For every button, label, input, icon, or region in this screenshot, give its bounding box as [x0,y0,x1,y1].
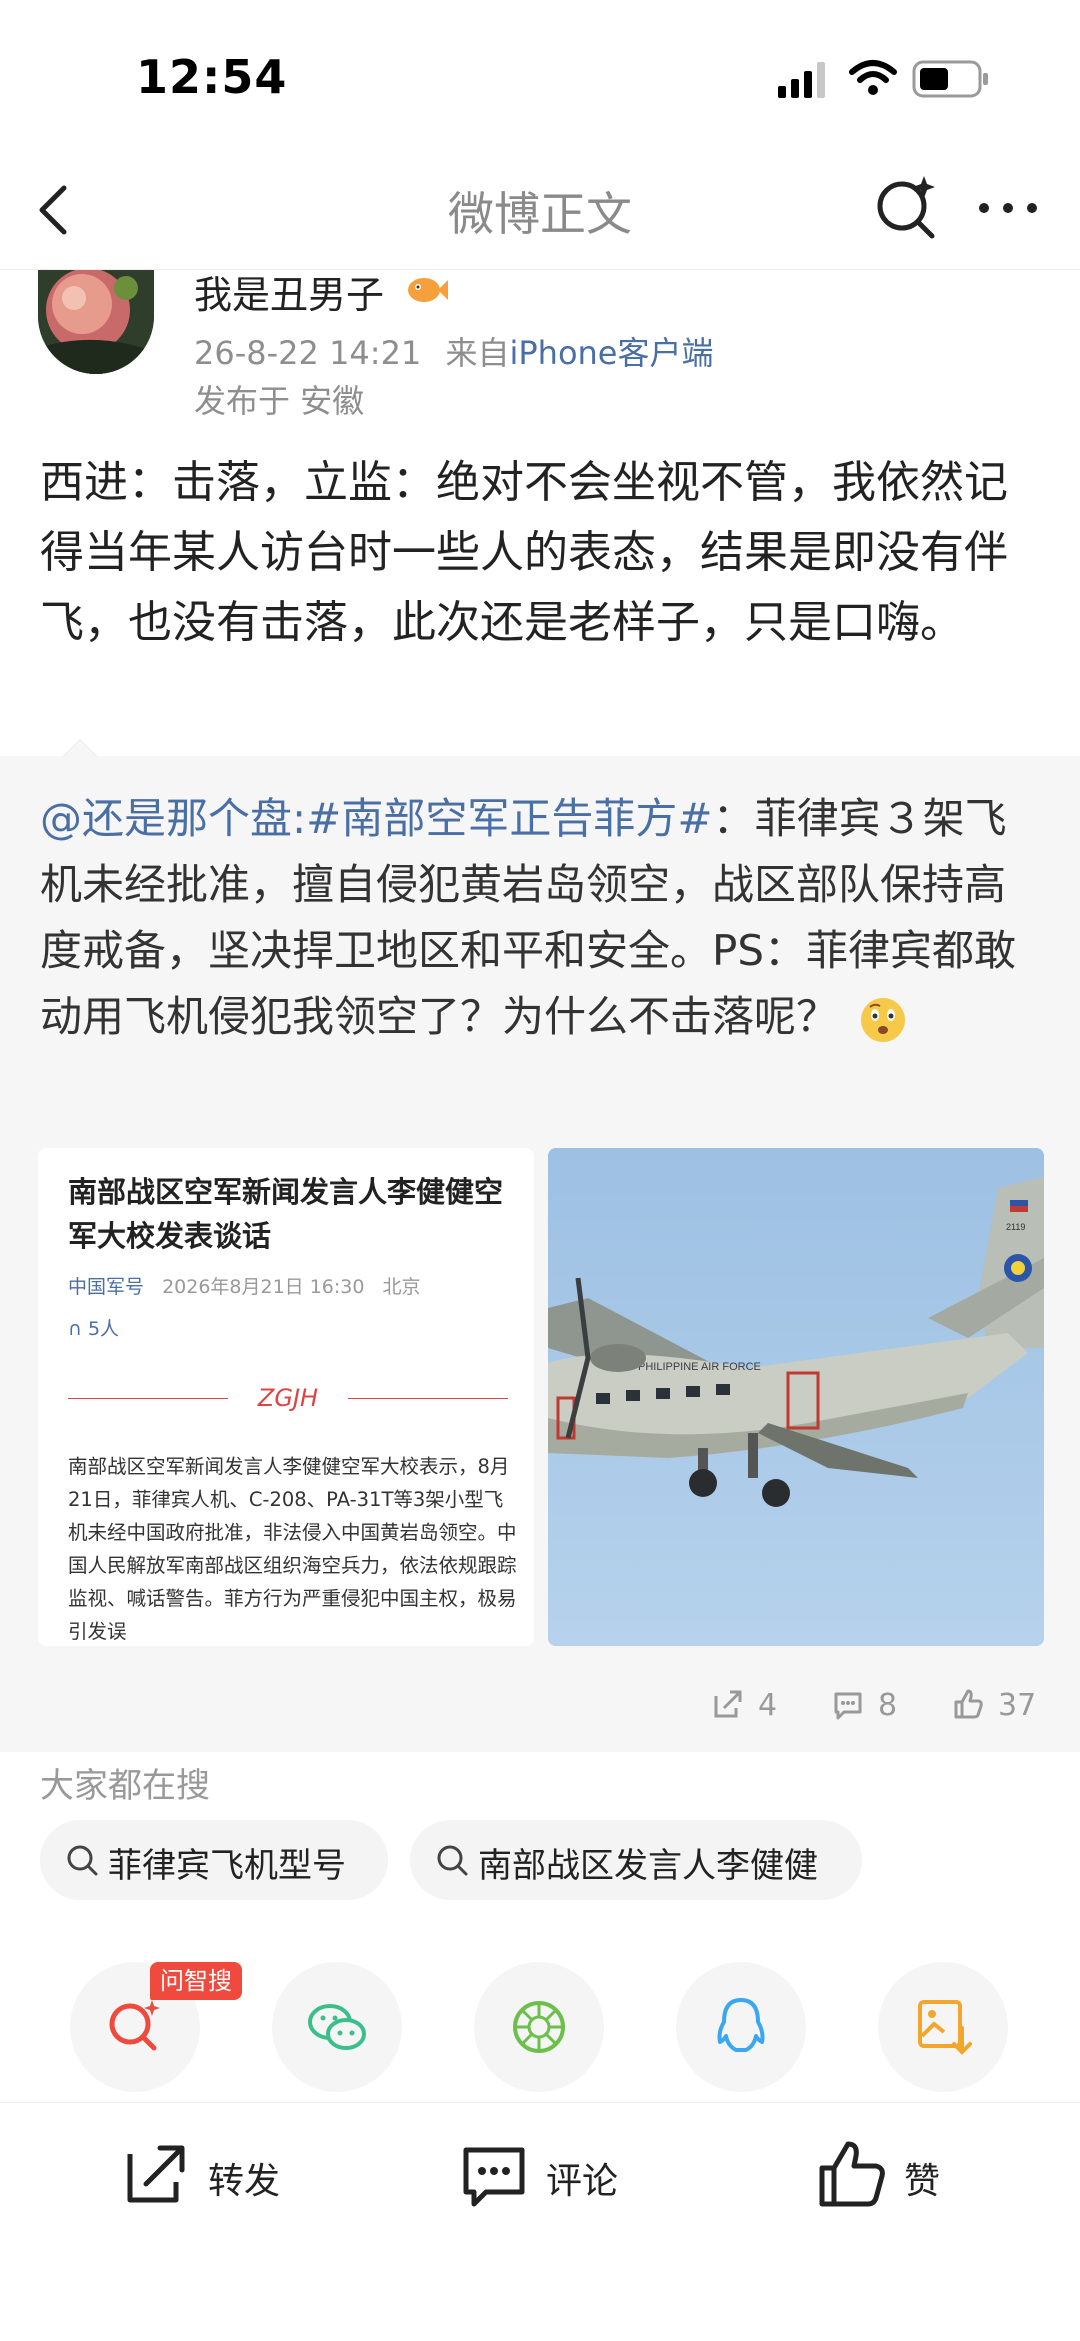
search-sparkle-icon[interactable] [872,172,942,242]
repost-topic-link[interactable]: #南部空军正告菲方# [306,794,712,843]
forward-icon [127,2145,185,2203]
search-chip-2[interactable]: 南部战区发言人李健健 [410,1820,862,1900]
share-wechat[interactable] [272,1962,402,2092]
news-listeners: ∩ 5人 [68,1314,119,1341]
post-meta: 26-8-22 14:21 来自iPhone客户端 [194,328,714,374]
share-moments[interactable] [474,1962,604,2092]
comment-count-button[interactable]: 8 [832,1680,922,1730]
news-logo-row: ZGJH [68,1384,508,1414]
forward-label: 转发 [208,2161,281,2202]
search-icon [67,1845,98,1876]
battery-icon [912,60,988,98]
plane-photo: PHILIPPINE AIR FORCE 2119 [548,1148,1044,1646]
like-button[interactable]: 赞 [816,2138,976,2218]
ai-search-badge: 问智搜 [150,1962,242,2000]
divider [348,1398,508,1399]
wifi-icon [849,60,897,95]
forward-count: 4 [758,1688,778,1723]
status-bar: 12:54 [0,0,1080,150]
like-icon [954,1689,983,1719]
moments-icon [513,2001,565,2053]
forward-count-button[interactable]: 4 [712,1680,802,1730]
author-name[interactable]: 我是丑男子 [194,264,384,319]
ai-search-icon [109,2000,160,2051]
repost-user-link[interactable]: @还是那个盘 [40,794,292,843]
news-image[interactable]: 南部战区空军新闻发言人李健健空军大校发表谈话 中国军号 2026年8月21日 1… [38,1148,534,1646]
news-listeners-count: 5人 [87,1318,120,1340]
plane-image[interactable]: PHILIPPINE AIR FORCE 2119 [548,1148,1044,1646]
status-time: 12:54 [136,50,288,104]
share-save-image[interactable] [878,1962,1008,2092]
forward-icon [714,1690,742,1718]
fish-badge-icon[interactable] [404,272,448,308]
tail-number: 2119 [1006,1222,1025,1232]
comment-icon [463,2147,525,2207]
like-count-button[interactable]: 37 [952,1680,1052,1730]
news-org: 中国军号 [68,1276,145,1298]
thinking-face-icon [861,997,906,1042]
forward-button[interactable]: 转发 [120,2138,340,2218]
like-count: 37 [998,1688,1037,1723]
post-location: 发布于 安徽 [194,382,365,420]
post-source-prefix: 来自 [445,334,510,372]
search-chip-label: 南部战区发言人李健健 [478,1846,818,1886]
like-label: 赞 [904,2161,941,2202]
save-image-icon [918,2000,972,2055]
avatar[interactable] [38,270,154,374]
post-timestamp: 26-8-22 14:21 [194,334,422,372]
news-date: 2026年8月21日 16:30 [162,1276,365,1298]
nav-bar: 微博正文 [0,150,1080,270]
comment-count: 8 [878,1688,898,1723]
comment-button[interactable]: 评论 [458,2138,678,2218]
comment-label: 评论 [546,2161,619,2202]
more-icon[interactable] [976,198,1040,218]
search-heading: 大家都在搜 [40,1766,210,1806]
search-chip-1[interactable]: 菲律宾飞机型号 [40,1820,388,1900]
repost-actions: 4 8 37 [0,1680,1080,1730]
headphone-icon: ∩ [68,1318,82,1340]
news-body: 南部战区空军新闻发言人李健健空军大校表示，8月21日，菲律宾人机、C-208、P… [68,1455,517,1643]
news-place: 北京 [382,1276,421,1298]
like-icon [819,2141,885,2207]
wechat-icon [308,2004,366,2050]
share-qq[interactable] [676,1962,806,2092]
signal-icon [778,62,825,98]
post-text: 西进：击落，立监：绝对不会坐视不管，我依然记得当年某人访台时一些人的表态，结果是… [40,457,1008,648]
toolbar-divider [0,2102,1080,2103]
repost-separator: : [292,794,307,843]
qq-icon [717,1998,765,2052]
news-title: 南部战区空军新闻发言人李健健空军大校发表谈话 [68,1175,504,1253]
search-icon [437,1845,468,1876]
repost-text: @还是那个盘:#南部空军正告菲方#：菲律宾３架飞机未经批准，擅自侵犯黄岩岛领空，… [40,786,1045,1050]
search-chip-label: 菲律宾飞机型号 [108,1846,346,1886]
plane-lettering: PHILIPPINE AIR FORCE [638,1361,761,1373]
news-meta: 中国军号 2026年8月21日 16:30 北京 [68,1272,421,1299]
post-source[interactable]: iPhone客户端 [509,334,713,372]
comment-icon [834,1692,862,1720]
